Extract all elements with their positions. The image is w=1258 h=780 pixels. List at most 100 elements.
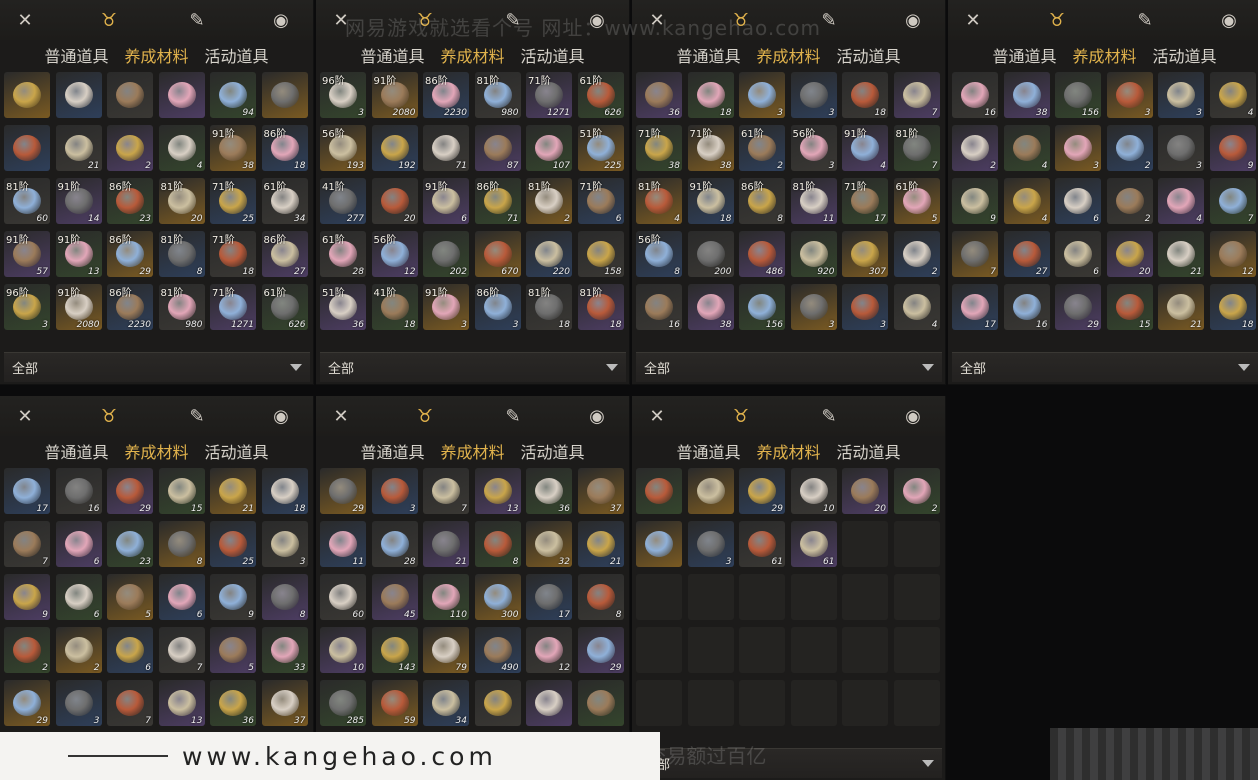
item-slot[interactable]: 220 — [526, 231, 572, 277]
item-slot[interactable]: 18 — [842, 72, 888, 118]
crossed-swords-icon[interactable]: ✕ — [328, 404, 354, 430]
item-slot[interactable] — [893, 680, 940, 726]
crossed-swords-icon[interactable]: ✕ — [12, 8, 38, 34]
item-slot[interactable] — [790, 627, 837, 673]
item-slot[interactable]: 8 — [261, 574, 308, 620]
item-slot[interactable] — [577, 680, 624, 726]
item-slot[interactable]: 21 — [1158, 231, 1204, 277]
filter-dropdown[interactable]: 全部 — [952, 352, 1258, 382]
item-slot[interactable] — [790, 574, 837, 620]
item-slot[interactable]: 29 — [739, 468, 785, 514]
item-slot[interactable]: 20 — [1106, 231, 1153, 277]
item-slot[interactable]: 7 — [893, 72, 940, 118]
item-slot[interactable]: 61 — [739, 521, 785, 567]
item-slot[interactable]: 158 — [577, 231, 624, 277]
item-slot[interactable] — [842, 680, 888, 726]
category-tab[interactable]: 活动道具 — [837, 43, 901, 67]
item-slot[interactable]: 81阶 18 — [526, 284, 572, 330]
item-slot[interactable]: 8 — [158, 521, 205, 567]
item-slot[interactable]: 61阶 34 — [261, 178, 308, 224]
item-slot[interactable]: 3 — [739, 72, 785, 118]
item-slot[interactable]: 45 — [371, 574, 418, 620]
item-slot[interactable] — [687, 468, 734, 514]
item-slot[interactable]: 16 — [952, 72, 998, 118]
item-slot[interactable]: 7 — [1209, 178, 1256, 224]
item-slot[interactable]: 2 — [1106, 178, 1153, 224]
item-slot[interactable]: 29 — [577, 627, 624, 673]
item-slot[interactable]: 670 — [474, 231, 521, 277]
pouch-icon[interactable]: ♉ — [80, 396, 138, 438]
item-slot[interactable]: 5 — [210, 627, 256, 673]
item-slot[interactable]: 3 — [790, 72, 837, 118]
item-slot[interactable]: 4 — [1158, 178, 1204, 224]
category-tab[interactable]: 普通道具 — [992, 43, 1056, 67]
item-slot[interactable] — [790, 680, 837, 726]
category-tab[interactable]: 养成材料 — [124, 43, 188, 67]
item-slot[interactable]: 15 — [158, 468, 205, 514]
item-slot[interactable]: 56阶 193 — [320, 125, 366, 171]
item-slot[interactable]: 61阶 28 — [320, 231, 366, 277]
item-slot[interactable] — [687, 680, 734, 726]
item-slot[interactable]: 4 — [1209, 72, 1256, 118]
item-slot[interactable]: 16 — [55, 468, 102, 514]
filter-dropdown[interactable]: 全部 — [636, 352, 942, 382]
item-slot[interactable]: 71阶 38 — [636, 125, 682, 171]
pouch-icon[interactable]: ♉ — [1028, 0, 1086, 42]
crossed-swords-icon[interactable]: ✕ — [12, 404, 38, 430]
item-slot[interactable]: 81阶 60 — [4, 178, 50, 224]
item-slot[interactable]: 61 — [790, 521, 837, 567]
location-pin-icon[interactable]: ◉ — [1216, 8, 1242, 34]
item-slot[interactable]: 25 — [210, 521, 256, 567]
item-slot[interactable]: 3 — [687, 521, 734, 567]
item-slot[interactable]: 29 — [107, 468, 153, 514]
item-slot[interactable]: 59 — [371, 680, 418, 726]
item-slot[interactable]: 6 — [55, 574, 102, 620]
item-slot[interactable]: 81阶 980 — [158, 284, 205, 330]
item-slot[interactable]: 2 — [893, 468, 940, 514]
category-tab[interactable]: 活动道具 — [521, 43, 585, 67]
item-slot[interactable]: 285 — [320, 680, 366, 726]
item-slot[interactable] — [636, 521, 682, 567]
item-slot[interactable]: 71阶 1271 — [210, 284, 256, 330]
scroll-icon[interactable]: ✎ — [184, 404, 210, 430]
item-slot[interactable]: 33 — [261, 627, 308, 673]
item-slot[interactable]: 490 — [474, 627, 521, 673]
item-slot[interactable]: 17 — [526, 574, 572, 620]
item-slot[interactable]: 202 — [423, 231, 469, 277]
item-slot[interactable]: 86阶 71 — [474, 178, 521, 224]
item-slot[interactable]: 21 — [210, 468, 256, 514]
category-tab[interactable]: 普通道具 — [44, 439, 108, 463]
item-slot[interactable] — [687, 627, 734, 673]
item-slot[interactable]: 18 — [1209, 284, 1256, 330]
item-slot[interactable] — [687, 574, 734, 620]
item-slot[interactable]: 91阶 13 — [55, 231, 102, 277]
item-slot[interactable]: 91阶 2080 — [371, 72, 418, 118]
item-slot[interactable] — [4, 72, 50, 118]
location-pin-icon[interactable]: ◉ — [268, 404, 294, 430]
item-slot[interactable]: 36 — [526, 468, 572, 514]
item-slot[interactable] — [636, 627, 682, 673]
item-slot[interactable]: 71 — [423, 125, 469, 171]
item-slot[interactable]: 94 — [210, 72, 256, 118]
item-slot[interactable]: 71阶 17 — [842, 178, 888, 224]
item-slot[interactable]: 41阶 277 — [320, 178, 366, 224]
item-slot[interactable]: 37 — [261, 680, 308, 726]
item-slot[interactable]: 91阶 14 — [55, 178, 102, 224]
item-slot[interactable]: 4 — [1003, 178, 1050, 224]
item-slot[interactable]: 34 — [423, 680, 469, 726]
item-slot[interactable] — [893, 574, 940, 620]
item-slot[interactable]: 61阶 626 — [261, 284, 308, 330]
item-slot[interactable]: 37 — [577, 468, 624, 514]
item-slot[interactable]: 10 — [790, 468, 837, 514]
item-slot[interactable]: 2 — [952, 125, 998, 171]
item-slot[interactable]: 3 — [790, 284, 837, 330]
item-slot[interactable]: 38 — [687, 284, 734, 330]
item-slot[interactable]: 91阶 38 — [210, 125, 256, 171]
item-slot[interactable]: 91阶 2080 — [55, 284, 102, 330]
item-slot[interactable] — [739, 680, 785, 726]
item-slot[interactable]: 3 — [1158, 125, 1204, 171]
location-pin-icon[interactable]: ◉ — [584, 404, 610, 430]
item-slot[interactable]: 7 — [4, 521, 50, 567]
item-slot[interactable] — [842, 627, 888, 673]
item-slot[interactable]: 6 — [107, 627, 153, 673]
